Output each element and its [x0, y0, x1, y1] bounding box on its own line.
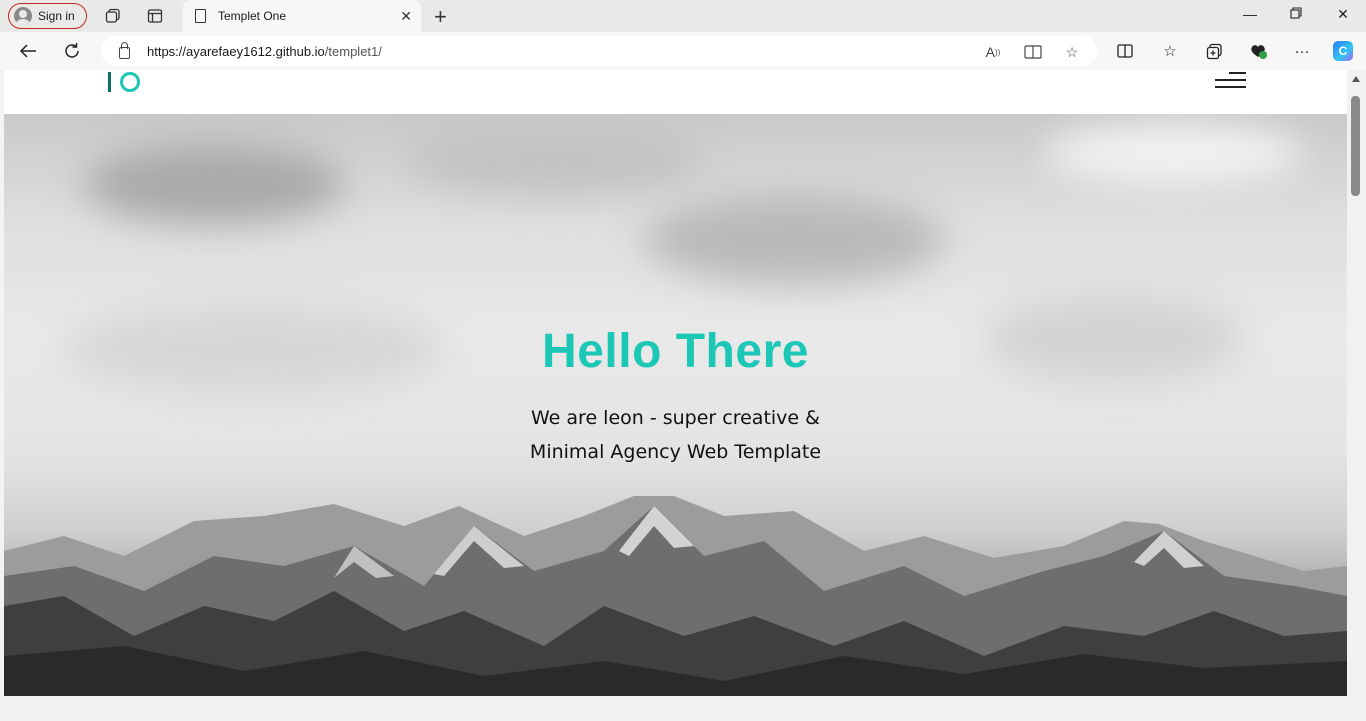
restore-icon[interactable]	[1286, 6, 1306, 22]
close-window-icon[interactable]: ✕	[1333, 6, 1353, 23]
scroll-thumb[interactable]	[1351, 96, 1360, 196]
immersive-reader-icon[interactable]	[1024, 43, 1042, 61]
hero-title: Hello There	[542, 325, 809, 378]
collections-icon[interactable]	[1204, 41, 1224, 61]
url-path: /templet1/	[324, 43, 382, 59]
close-tab-icon[interactable]: ✕	[400, 8, 412, 25]
browser-essentials-icon[interactable]	[1248, 41, 1268, 61]
tab-actions-icon[interactable]	[145, 6, 165, 26]
page-viewport: Hello There We are leon - super creative…	[4, 70, 1347, 696]
favorite-star-icon[interactable]: ☆	[1063, 43, 1081, 61]
scroll-up-icon[interactable]	[1352, 76, 1360, 82]
browser-toolbar: https://ayarefaey1612.github.io/templet1…	[0, 32, 1366, 70]
new-tab-icon[interactable]: +	[434, 4, 447, 30]
vertical-scrollbar[interactable]	[1347, 70, 1366, 705]
tab-templet-one[interactable]: Templet One ✕	[183, 0, 421, 32]
hero-subtitle: We are leon - super creative & Minimal A…	[4, 401, 1347, 469]
bottom-bar	[0, 696, 1366, 721]
site-logo[interactable]	[108, 70, 140, 94]
logo-ring-icon	[120, 72, 140, 92]
cloud-shape	[404, 124, 704, 194]
refresh-icon[interactable]	[62, 41, 82, 61]
favorites-icon[interactable]: ☆	[1160, 41, 1180, 61]
site-header	[4, 70, 1347, 114]
hero-section: Hello There We are leon - super creative…	[4, 114, 1347, 696]
workspaces-icon[interactable]	[103, 6, 123, 26]
address-bar[interactable]: https://ayarefaey1612.github.io/templet1…	[101, 36, 1097, 66]
page-icon	[195, 9, 206, 23]
sign-in-label: Sign in	[38, 9, 75, 23]
logo-bar-icon	[108, 72, 111, 92]
minimize-icon[interactable]: —	[1240, 6, 1260, 22]
cloud-shape	[644, 194, 944, 284]
hero-subtitle-line-2: Minimal Agency Web Template	[529, 441, 822, 463]
tab-title: Templet One	[218, 9, 287, 23]
hero-subtitle-line-1: We are leon - super creative &	[531, 407, 820, 429]
mountain-range	[4, 496, 1347, 696]
tab-bar: Sign in Templet One ✕ + — ✕	[0, 0, 1366, 32]
menu-hamburger-icon[interactable]	[1215, 72, 1246, 89]
back-icon[interactable]	[18, 41, 38, 61]
read-aloud-icon[interactable]: A))	[984, 43, 1002, 61]
sign-in-button[interactable]: Sign in	[8, 3, 87, 29]
cloud-shape	[84, 144, 344, 224]
url-host: https://ayarefaey1612.github.io	[147, 43, 325, 59]
lock-icon[interactable]	[119, 41, 130, 59]
more-options-icon[interactable]: ···	[1292, 41, 1312, 61]
copilot-icon[interactable]: C	[1333, 41, 1353, 61]
cloud-shape	[1044, 124, 1304, 184]
profile-icon	[14, 7, 32, 25]
split-screen-icon[interactable]	[1115, 41, 1135, 61]
